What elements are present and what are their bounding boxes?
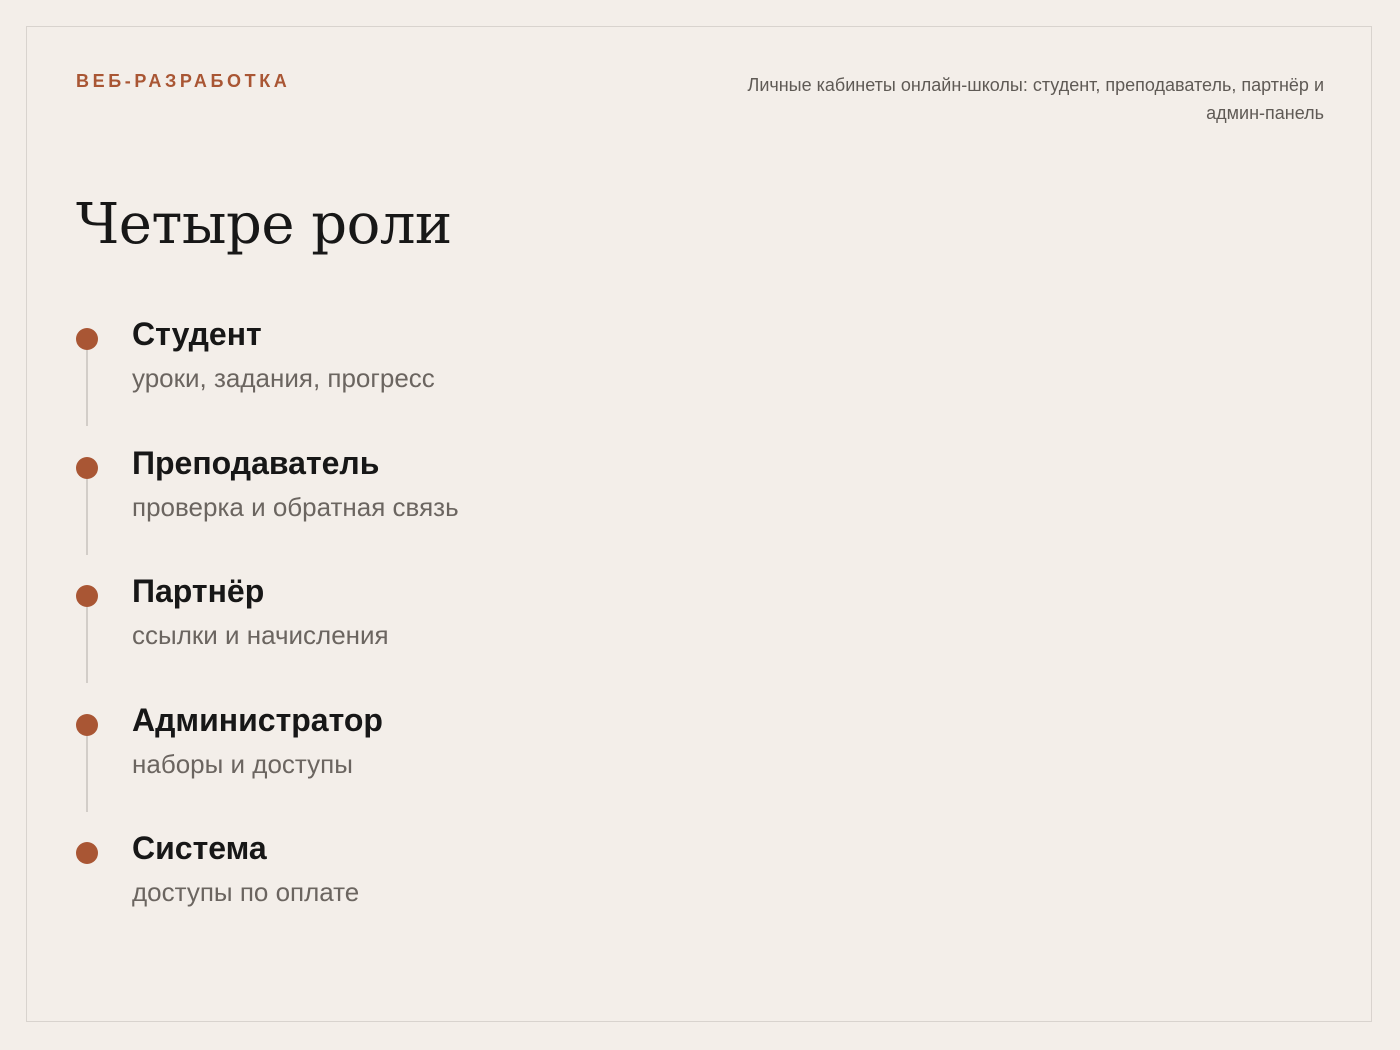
timeline-dot-icon (76, 713, 98, 736)
timeline-dot-icon (76, 328, 98, 350)
timeline-connector (86, 478, 88, 555)
page-title: Четыре роли (76, 192, 452, 257)
slide-subtitle: Личные кабинеты онлайн-школы: студент, п… (747, 75, 1325, 123)
role-description: ссылки и начисления (132, 620, 389, 650)
role-name: Студент (132, 316, 262, 352)
role-item-system: Система доступы по оплате (76, 826, 776, 955)
role-item-partner: Партнёр ссылки и начисления (76, 569, 776, 698)
timeline-connector (86, 607, 88, 683)
role-item-student: Студент уроки, задания, прогресс (76, 312, 776, 441)
role-description: проверка и обратная связь (132, 491, 459, 522)
role-description: наборы и доступы (132, 748, 353, 779)
role-item-teacher: Преподаватель проверка и обратная связь (76, 441, 776, 570)
role-description: доступы по оплате (132, 877, 360, 907)
roles-timeline: Студент уроки, задания, прогресс Препода… (76, 312, 776, 955)
timeline-connector (86, 350, 88, 426)
role-item-admin: Администратор наборы и доступы (76, 698, 776, 827)
timeline-dot-icon (76, 456, 98, 479)
role-name: Администратор (132, 701, 383, 738)
role-description: уроки, задания, прогресс (132, 363, 435, 393)
timeline-dot-icon (76, 842, 98, 864)
role-name: Партнёр (132, 573, 265, 609)
timeline-dot-icon (76, 585, 98, 607)
role-name: Система (132, 830, 267, 866)
role-name: Преподаватель (132, 444, 380, 481)
section-eyebrow: ВЕБ-РАЗРАБОТКА (76, 71, 291, 91)
timeline-connector (86, 735, 88, 812)
